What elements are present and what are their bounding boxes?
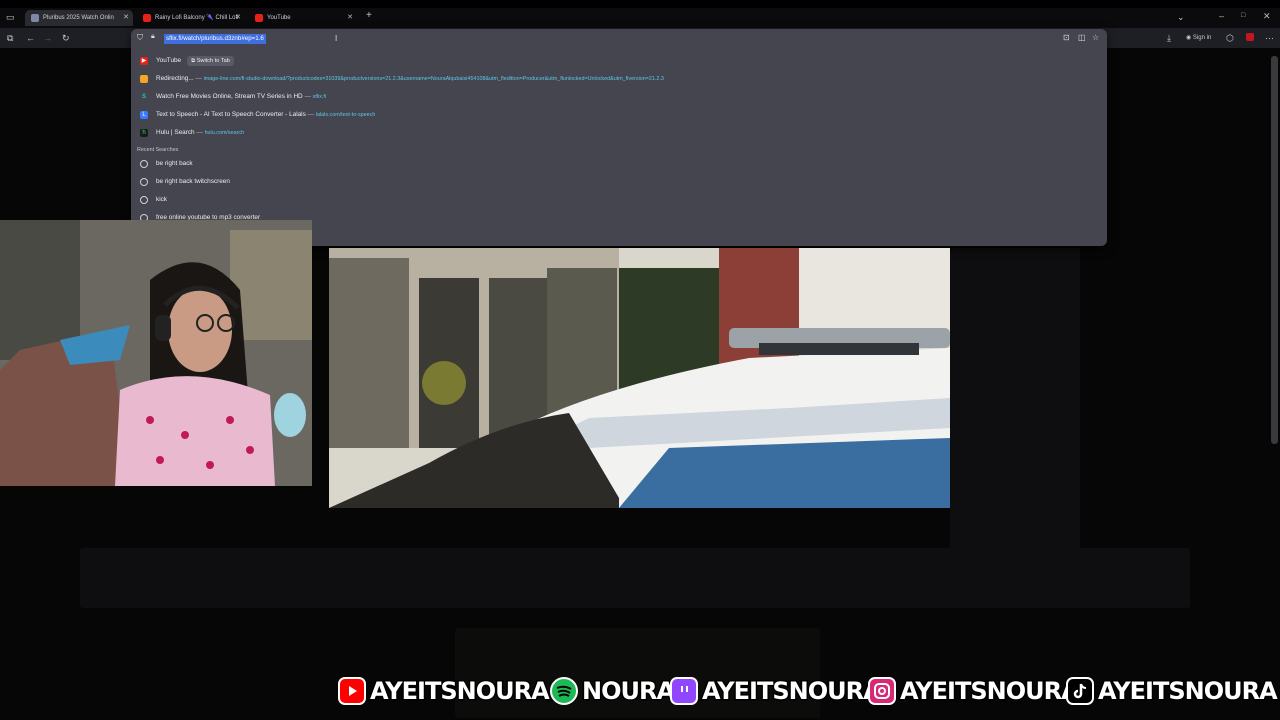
youtube-icon bbox=[338, 677, 366, 705]
sign-in-label: Sign in bbox=[1192, 35, 1212, 41]
tab-title: YouTube bbox=[267, 15, 291, 21]
page-scrollbar[interactable] bbox=[1271, 56, 1278, 444]
youtube-icon bbox=[255, 14, 263, 22]
social-handle: AYEITSNOURA bbox=[899, 676, 1082, 707]
address-bar[interactable]: ⛉ 🔒︎ sflix.fi/watch/pluribus.d3znb#ep=1.… bbox=[131, 29, 1107, 49]
sign-in-button[interactable]: ◉ Sign in bbox=[1186, 33, 1211, 43]
tab-youtube[interactable]: YouTube ✕ bbox=[249, 10, 357, 26]
switch-to-tab-button[interactable]: ⧉ Switch to Tab bbox=[187, 56, 234, 66]
suggestion-url: sflix.fi bbox=[312, 94, 327, 100]
close-window-icon[interactable]: ✕ bbox=[1263, 11, 1271, 22]
sflix-icon: S bbox=[141, 94, 146, 100]
extensions-icon[interactable]: ⬡ bbox=[1226, 33, 1234, 43]
suggestion-url: hulu.com/search bbox=[204, 130, 245, 136]
reader-view-icon[interactable]: ⊡ bbox=[1063, 33, 1070, 42]
globe-icon bbox=[31, 14, 39, 22]
new-tab-button[interactable]: + bbox=[366, 11, 372, 21]
back-icon[interactable]: ← bbox=[26, 33, 35, 43]
recent-searches-header: Recent Searches bbox=[137, 147, 179, 153]
image-line-icon bbox=[140, 75, 148, 83]
social-handle: AYEITSNOURA bbox=[1097, 676, 1280, 707]
youtube-icon: ▶ bbox=[140, 57, 148, 65]
chevron-down-icon[interactable]: ⌄ bbox=[1177, 12, 1185, 22]
url-input[interactable]: sflix.fi/watch/pluribus.d3znb#ep=1.6 bbox=[164, 34, 266, 44]
social-handle: NOURA bbox=[580, 676, 676, 707]
webcam-overlay bbox=[0, 220, 312, 486]
recent-search-item[interactable]: be right back bbox=[131, 155, 1107, 173]
reload-icon[interactable]: ↻ bbox=[62, 33, 70, 43]
lock-icon[interactable]: 🔒︎ bbox=[151, 33, 155, 41]
recent-search-item[interactable]: be right back twitchscreen bbox=[131, 173, 1107, 191]
recent-search-text: be right back bbox=[156, 160, 193, 167]
extension-badge-icon[interactable] bbox=[1246, 33, 1254, 43]
suggestion-title: Text to Speech - AI Text to Speech Conve… bbox=[156, 111, 306, 118]
suggestion-title: YouTube bbox=[156, 57, 182, 64]
suggestion-title: Redirecting... bbox=[156, 75, 194, 82]
forward-icon[interactable]: → bbox=[43, 33, 52, 43]
bookmark-star-icon[interactable]: ☆ bbox=[1092, 33, 1099, 42]
suggestion-sflix[interactable]: S Watch Free Movies Online, Stream TV Se… bbox=[131, 88, 1107, 106]
minimize-icon[interactable]: – bbox=[1219, 11, 1224, 21]
social-handles-bar: AYEITSNOURA NOURA AYEITSNOURA AYEITSNOUR… bbox=[336, 674, 1279, 708]
recent-search-text: kick bbox=[156, 196, 168, 203]
suggestion-title: Watch Free Movies Online, Stream TV Seri… bbox=[156, 93, 303, 100]
suggestion-url: lalals.com/text-to-speech bbox=[315, 112, 376, 118]
tab-strip: ▭ Pluribus 2025 Watch Onlin ✕ Rainy Lofi… bbox=[0, 8, 1280, 28]
suggestion-redirecting[interactable]: Redirecting... — image-line.com/fl-studi… bbox=[131, 70, 1107, 88]
close-icon[interactable]: ✕ bbox=[123, 10, 129, 26]
spotify-icon bbox=[550, 677, 578, 705]
maximize-icon[interactable]: □ bbox=[1241, 12, 1245, 19]
tab-lofi[interactable]: Rainy Lofi Balcony 🌂 Chill Lofi ✕ bbox=[137, 10, 245, 26]
lalals-icon: L bbox=[140, 111, 148, 119]
omnibox-dropdown: ⛉ 🔒︎ sflix.fi/watch/pluribus.d3znb#ep=1.… bbox=[131, 29, 1107, 246]
recent-search-text: be right back twitchscreen bbox=[156, 178, 230, 185]
suggestion-hulu[interactable]: h Hulu | Search — hulu.com/search bbox=[131, 124, 1107, 142]
tab-title: Rainy Lofi Balcony 🌂 Chill Lofi bbox=[155, 15, 239, 21]
social-handle: AYEITSNOURA bbox=[369, 676, 552, 707]
close-icon[interactable]: ✕ bbox=[347, 10, 353, 26]
video-player[interactable] bbox=[329, 248, 950, 508]
webcam-feed bbox=[0, 220, 312, 486]
history-icon bbox=[140, 160, 148, 168]
suggestion-url: image-line.com/fl-studio-download/?produ… bbox=[203, 76, 664, 82]
suggestion-title: Hulu | Search bbox=[156, 129, 195, 136]
text-cursor-icon: I bbox=[335, 34, 338, 43]
switch-label: Switch to Tab bbox=[196, 58, 230, 64]
menu-icon[interactable]: ⋯ bbox=[1265, 33, 1274, 43]
split-view-icon[interactable]: ◫ bbox=[1078, 33, 1086, 42]
social-handle: AYEITSNOURA bbox=[701, 676, 884, 707]
shield-icon[interactable]: ⛉ bbox=[137, 33, 143, 43]
video-frame bbox=[329, 248, 950, 508]
sidebar-panel bbox=[950, 248, 1080, 568]
content-strip bbox=[80, 548, 1190, 608]
close-icon[interactable]: ✕ bbox=[235, 10, 241, 26]
hulu-icon: h bbox=[140, 129, 148, 137]
history-icon bbox=[140, 196, 148, 204]
tiktok-icon bbox=[1066, 677, 1094, 705]
twitch-icon bbox=[670, 677, 698, 705]
recent-search-item[interactable]: kick bbox=[131, 191, 1107, 209]
suggestion-youtube[interactable]: ▶ YouTube ⧉ Switch to Tab bbox=[131, 52, 1107, 70]
history-icon bbox=[140, 178, 148, 186]
youtube-icon bbox=[143, 14, 151, 22]
instagram-icon bbox=[868, 677, 896, 705]
download-icon[interactable]: ⤓ bbox=[1167, 33, 1171, 43]
account-icon: ◉ bbox=[1186, 35, 1192, 41]
suggestion-lalals[interactable]: L Text to Speech - AI Text to Speech Con… bbox=[131, 106, 1107, 124]
sidebar-toggle-icon[interactable]: ▭ bbox=[6, 12, 15, 22]
tab-title: Pluribus 2025 Watch Onlin bbox=[43, 15, 114, 21]
tab-actions-icon[interactable]: ⧉ bbox=[7, 33, 13, 43]
tab-pluribus[interactable]: Pluribus 2025 Watch Onlin ✕ bbox=[25, 10, 133, 26]
